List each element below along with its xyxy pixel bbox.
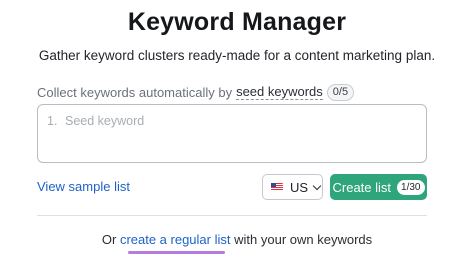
create-list-button[interactable]: Create list 1/30	[330, 174, 427, 200]
page-title: Keyword Manager	[127, 8, 347, 36]
seed-count-badge: 0/5	[326, 83, 355, 101]
view-sample-list-link[interactable]: View sample list	[37, 179, 130, 194]
collect-label: Collect keywords automatically by	[37, 84, 233, 100]
seed-keywords-link[interactable]: seed keywords	[236, 84, 323, 100]
create-regular-list-link[interactable]: create a regular list	[120, 232, 231, 247]
list-quota-badge: 1/30	[397, 179, 425, 195]
regular-list-suffix: with your own keywords	[234, 232, 373, 247]
regular-list-row: Or create a regular list with your own k…	[0, 232, 474, 247]
seed-keyword-textarea[interactable]: 1. Seed keyword	[37, 104, 427, 163]
or-label: Or	[101, 232, 117, 247]
country-select[interactable]: US	[262, 174, 323, 200]
us-flag-icon	[271, 183, 283, 191]
line-number: 1.	[47, 114, 58, 128]
page-subtitle: Gather keyword clusters ready-made for a…	[38, 48, 436, 63]
divider	[37, 215, 427, 216]
seed-keyword-placeholder: Seed keyword	[65, 114, 145, 128]
country-label: US	[290, 179, 309, 195]
chevron-down-icon	[312, 181, 322, 190]
link-highlight-underline	[128, 251, 225, 254]
collect-row: Collect keywords automatically by seed k…	[37, 83, 355, 101]
create-list-label: Create list	[332, 179, 392, 195]
